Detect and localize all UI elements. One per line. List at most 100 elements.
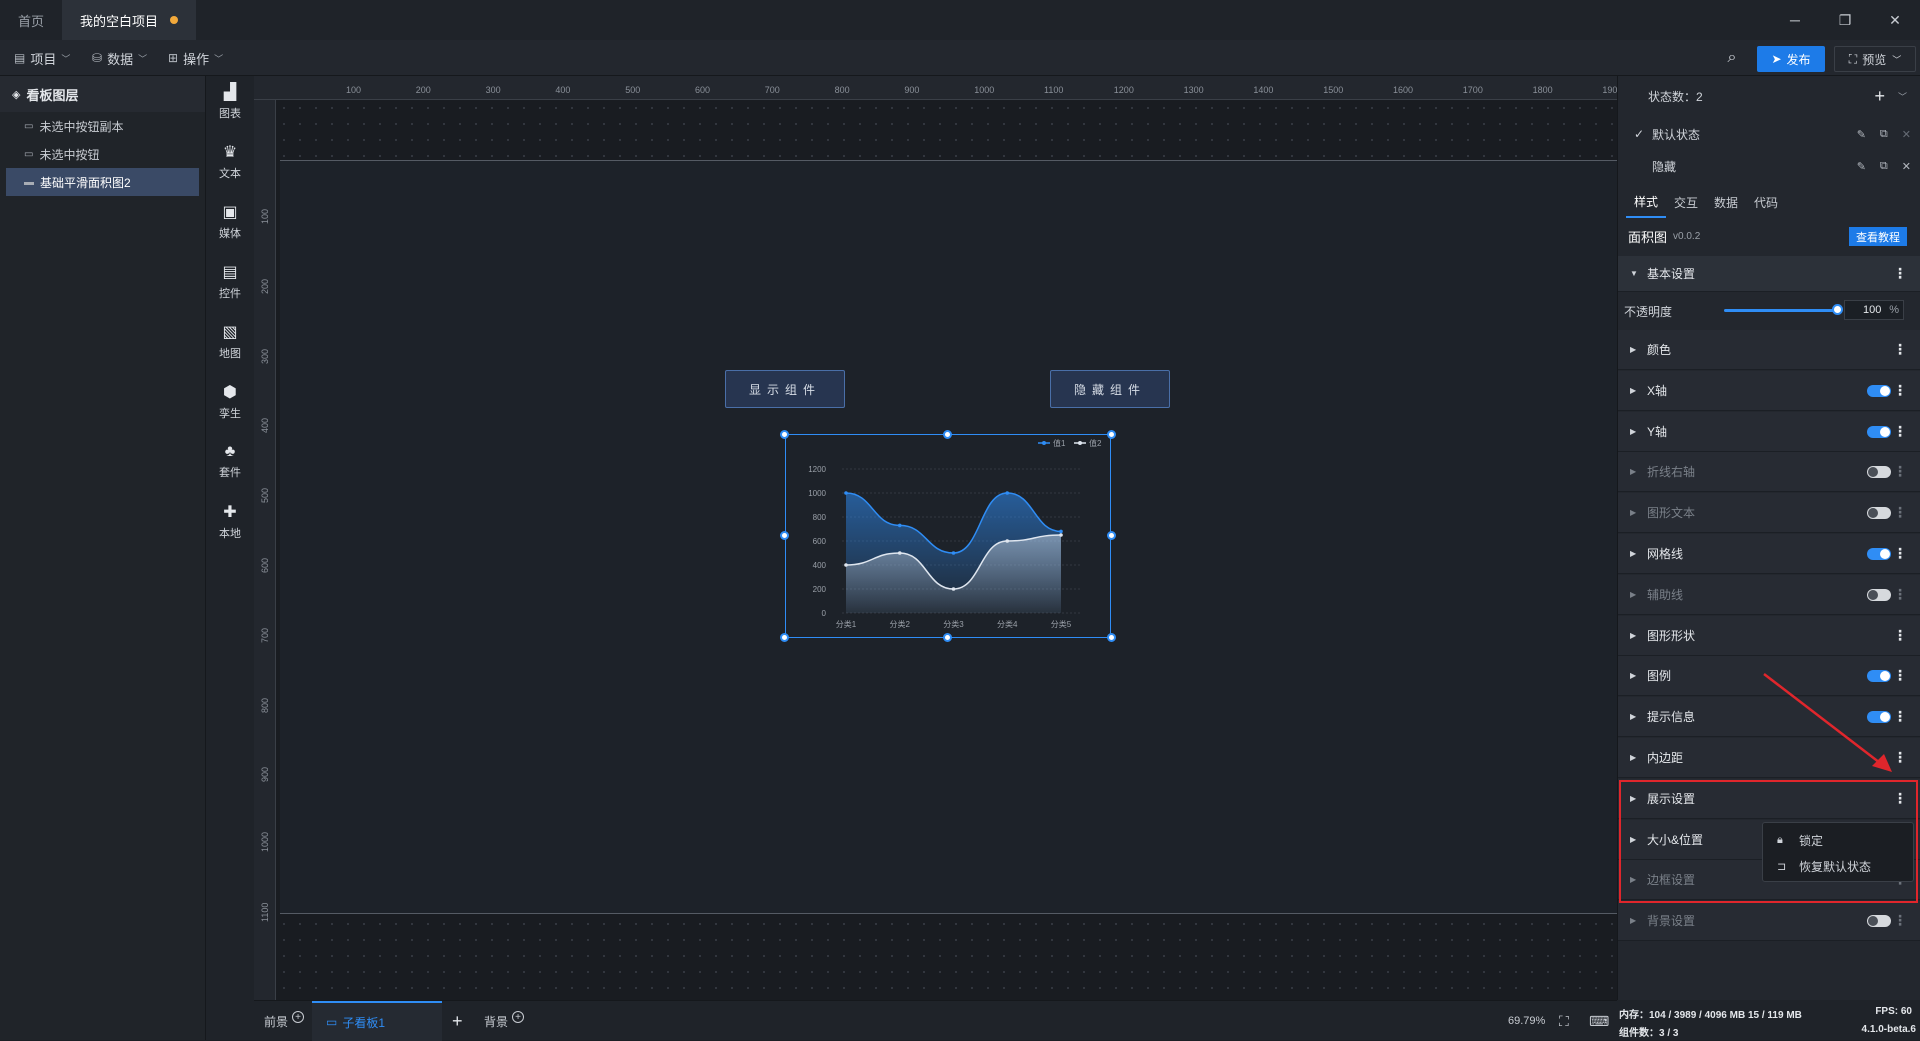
section-7[interactable]: ▶ 图形形状 ⋮ <box>1618 615 1920 656</box>
opacity-slider-track[interactable] <box>1724 309 1836 312</box>
section-0[interactable]: ▶ 颜色 ⋮ <box>1618 330 1920 370</box>
foreground-tab[interactable]: 前景 + <box>264 1001 305 1041</box>
copy-icon[interactable]: ⧉ <box>1880 128 1888 141</box>
delete-icon[interactable]: ✕ <box>1902 160 1911 173</box>
close-button[interactable]: ✕ <box>1870 0 1920 40</box>
tab-home[interactable]: 首页 <box>0 0 62 40</box>
component-local[interactable]: ✚ 本地 <box>206 496 254 546</box>
resize-handle[interactable] <box>1107 531 1116 540</box>
ruler-tick-label: 1100 <box>260 902 270 922</box>
menu-item-restore-default[interactable]: ⊐ 恢复默认状态 <box>1763 853 1915 879</box>
component-chart[interactable]: ▟ 图表 <box>206 76 254 126</box>
ruler-tick-label: 1600 <box>1393 85 1414 95</box>
more-icon[interactable]: ⋮ <box>1893 545 1907 562</box>
area-chart-selection[interactable]: 0 200 400 600 800 1000 1200 分类1 分类2 分类3 分类4 分类5 值1 值2 <box>785 434 1111 638</box>
more-icon[interactable]: ⋮ <box>1893 912 1907 929</box>
menu-data[interactable]: ⛁ 数据 ﹀ <box>92 40 147 76</box>
fit-screen-icon[interactable]: ⛶ <box>1559 1001 1569 1041</box>
tutorial-button[interactable]: 查看教程 <box>1849 227 1907 246</box>
state-item-default[interactable]: ✓ 默认状态 ✎ ⧉ ✕ <box>1618 118 1920 150</box>
component-map[interactable]: ▧ 地图 <box>206 316 254 366</box>
ruler-tick-label: 500 <box>625 85 641 95</box>
tab-data[interactable]: 数据 <box>1706 186 1746 218</box>
minimize-button[interactable]: ─ <box>1770 0 1820 40</box>
tab-interaction[interactable]: 交互 <box>1666 186 1706 218</box>
add-circle-icon[interactable]: + <box>292 1011 305 1023</box>
show-component-button[interactable]: 显示组件 <box>725 370 845 408</box>
more-icon[interactable]: ⋮ <box>1893 586 1907 603</box>
more-icon[interactable]: ⋮ <box>1893 382 1907 399</box>
more-icon[interactable]: ⋮ <box>1893 341 1907 358</box>
layer-item[interactable]: ▭ 未选中按钮副本 <box>0 112 205 140</box>
vertical-ruler: 100 200 300 400 500 600 700 800 900 1000 1100 <box>254 100 276 1000</box>
background-tab[interactable]: 背景 + <box>484 1001 525 1041</box>
more-icon[interactable]: ⋮ <box>1893 504 1907 521</box>
resize-handle[interactable] <box>1107 633 1116 642</box>
more-icon[interactable]: ⋮ <box>1893 790 1907 807</box>
more-icon[interactable]: ⋮ <box>1893 627 1907 644</box>
add-state-icon[interactable]: + <box>1874 86 1885 107</box>
caret-right-icon: ▶ <box>1630 508 1637 518</box>
layer-item-selected[interactable]: ▬ 基础平滑面积图2 <box>6 168 199 196</box>
menu-project[interactable]: ▤ 项目 ﹀ <box>14 40 70 76</box>
preview-button[interactable]: ⛶ 预览 ﹀ <box>1834 46 1916 72</box>
resize-handle[interactable] <box>1107 430 1116 439</box>
database-icon: ⛁ <box>92 51 103 65</box>
section-toggle[interactable] <box>1867 425 1891 438</box>
menu-operation[interactable]: ⊞ 操作 ﹀ <box>168 40 223 76</box>
section-toggle[interactable] <box>1867 915 1891 928</box>
section-1[interactable]: ▶ X轴 ⋮ <box>1618 370 1920 411</box>
section-2[interactable]: ▶ Y轴 ⋮ <box>1618 411 1920 452</box>
opacity-input[interactable]: 100% <box>1844 300 1904 320</box>
more-icon[interactable]: ⋮ <box>1893 265 1907 282</box>
add-circle-icon[interactable]: + <box>512 1011 525 1023</box>
more-icon[interactable]: ⋮ <box>1893 423 1907 440</box>
legend-label: 值2 <box>1089 438 1102 448</box>
section-toggle[interactable] <box>1867 466 1891 479</box>
state-item-hidden[interactable]: 隐藏 ✎ ⧉ ✕ <box>1618 150 1920 182</box>
section-11[interactable]: ▶ 展示设置 ⋮ <box>1618 778 1920 819</box>
fullscreen-icon: ⛶ <box>1848 51 1858 66</box>
component-text[interactable]: ♛ 文本 <box>206 136 254 186</box>
keyboard-icon[interactable]: ⌨ <box>1589 1001 1609 1041</box>
section-toggle[interactable] <box>1867 507 1891 520</box>
resize-handle[interactable] <box>780 633 789 642</box>
component-control[interactable]: ▤ 控件 <box>206 256 254 306</box>
ruler-tick-label: 700 <box>260 627 270 643</box>
publish-button[interactable]: ➤ 发布 <box>1757 46 1825 72</box>
tab-style[interactable]: 样式 <box>1626 186 1666 218</box>
section-4[interactable]: ▶ 图形文本 ⋮ <box>1618 493 1920 534</box>
opacity-slider-handle[interactable] <box>1832 304 1843 315</box>
section-toggle[interactable] <box>1867 548 1891 560</box>
section-5[interactable]: ▶ 网格线 ⋮ <box>1618 534 1920 574</box>
chevron-down-icon[interactable]: ﹀ <box>1898 90 1907 103</box>
section-14[interactable]: ▶ 背景设置 ⋮ <box>1618 901 1920 942</box>
copy-icon[interactable]: ⧉ <box>1880 160 1888 173</box>
component-twin[interactable]: ⬢ 孪生 <box>206 376 254 426</box>
more-icon[interactable]: ⋮ <box>1893 463 1907 480</box>
tab-project[interactable]: 我的空白项目 <box>62 0 197 40</box>
add-board-button[interactable]: + <box>452 1001 463 1041</box>
zoom-level[interactable]: 69.79% <box>1508 1001 1545 1041</box>
edit-icon[interactable]: ✎ <box>1857 160 1866 173</box>
section-toggle[interactable] <box>1867 384 1891 397</box>
layer-item[interactable]: ▭ 未选中按钮 <box>0 140 205 168</box>
resize-handle[interactable] <box>943 633 952 642</box>
section-basic-settings[interactable]: ▼ 基本设置 ⋮ <box>1618 256 1920 292</box>
subboard-tab[interactable]: ▭ 子看板1 <box>312 1001 442 1041</box>
search-icon[interactable]: ⌕ <box>1722 48 1742 68</box>
tab-code[interactable]: 代码 <box>1746 186 1786 218</box>
resize-handle[interactable] <box>780 430 789 439</box>
component-media[interactable]: ▣ 媒体 <box>206 196 254 246</box>
resize-handle[interactable] <box>780 531 789 540</box>
hide-component-button[interactable]: 隐藏组件 <box>1050 370 1170 408</box>
menu-item-lock[interactable]: 🔒︎ 锁定 <box>1763 827 1915 853</box>
section-toggle[interactable] <box>1867 588 1891 601</box>
resize-handle[interactable] <box>943 430 952 439</box>
section-3[interactable]: ▶ 折线右轴 ⋮ <box>1618 452 1920 493</box>
component-kit[interactable]: ♣ 套件 <box>206 436 254 486</box>
edit-icon[interactable]: ✎ <box>1857 128 1866 141</box>
restore-button[interactable]: ❐ <box>1820 0 1870 40</box>
section-6[interactable]: ▶ 辅助线 ⋮ <box>1618 574 1920 615</box>
delete-icon[interactable]: ✕ <box>1902 128 1911 141</box>
